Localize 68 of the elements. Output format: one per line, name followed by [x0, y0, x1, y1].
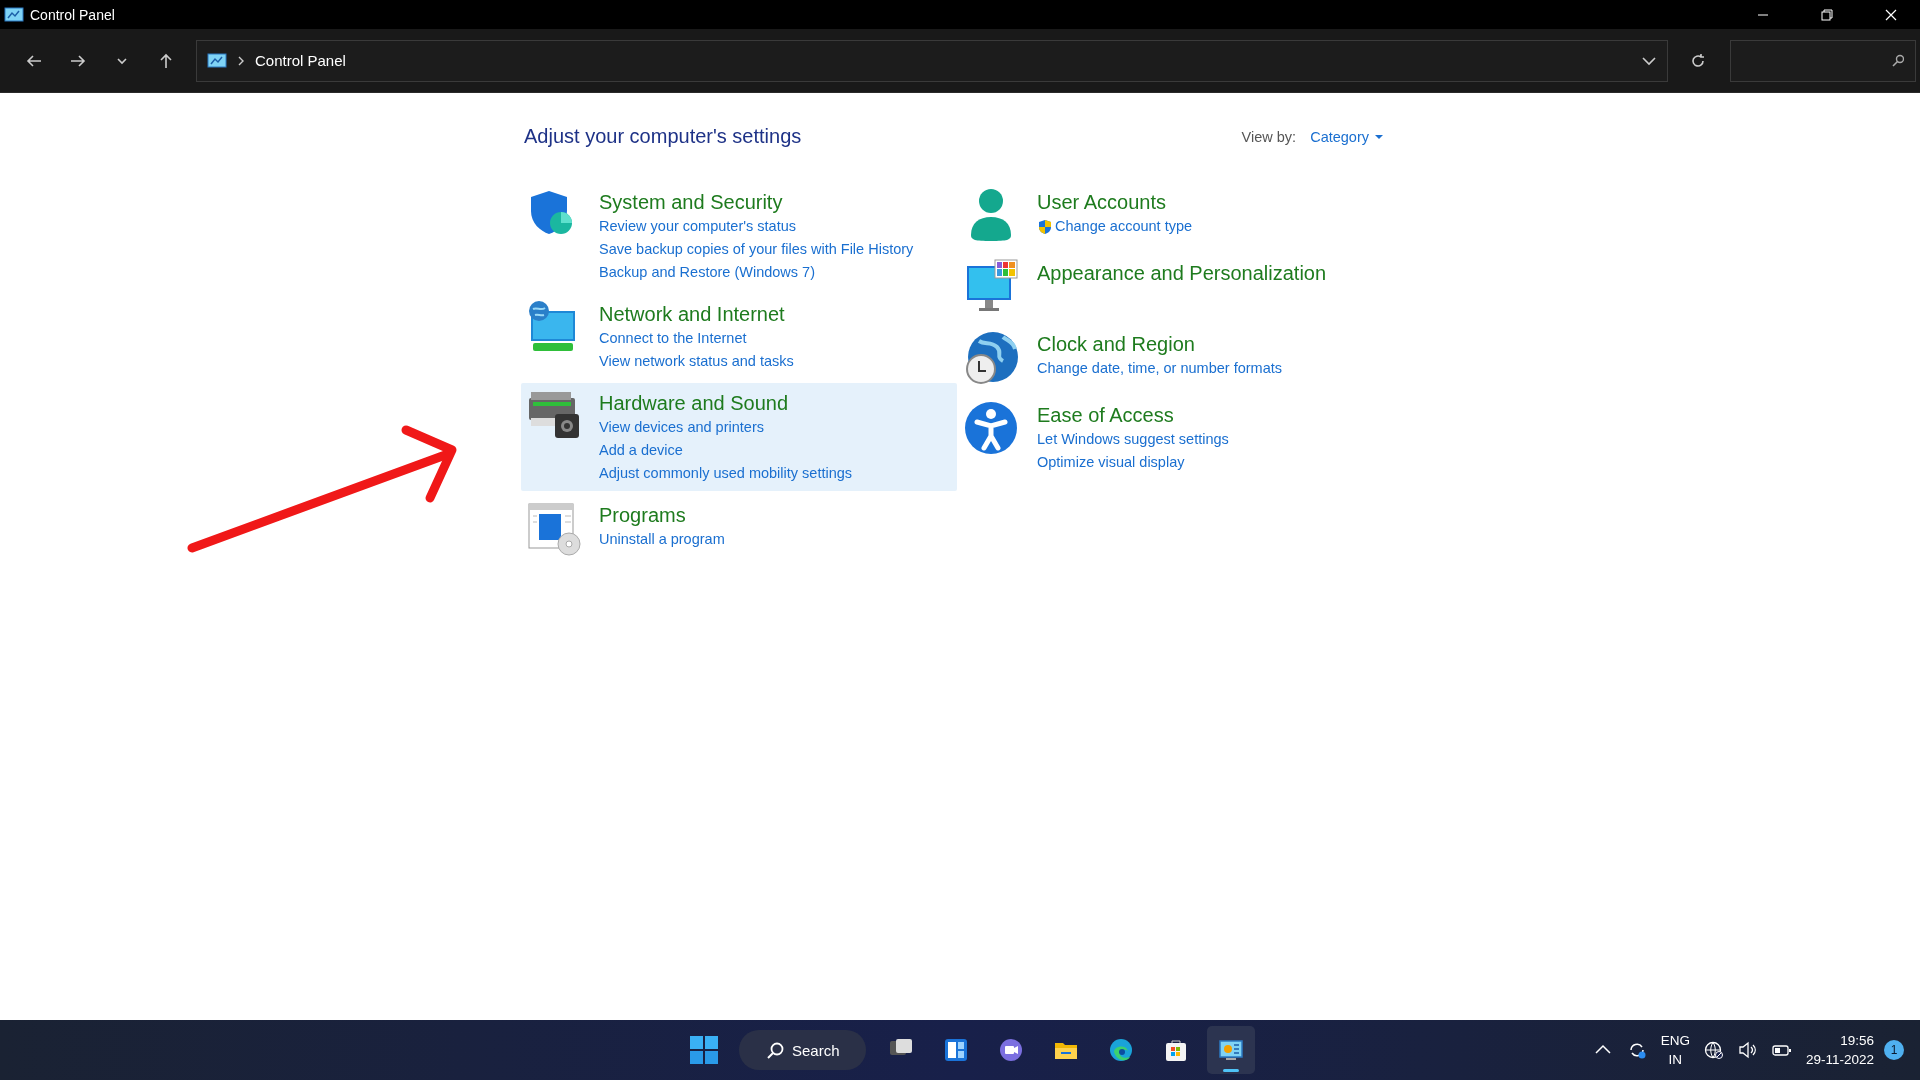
clock[interactable]: 19:56 29-11-2022 — [1805, 1031, 1874, 1069]
page-heading: Adjust your computer's settings — [524, 125, 802, 148]
category-title-link[interactable]: Ease of Access — [1037, 402, 1229, 428]
control-panel-icon — [1217, 1037, 1244, 1063]
browser-icon — [1107, 1037, 1134, 1063]
category-item[interactable]: Clock and Region Change date, time, or number formats — [959, 324, 1333, 391]
category-title-link[interactable]: Hardware and Sound — [599, 390, 853, 416]
accessibility-icon — [963, 400, 1019, 456]
up-arrow-icon[interactable] — [158, 52, 174, 69]
globe-icon[interactable] — [1703, 1041, 1724, 1059]
category-item[interactable]: Ease of Access Let Windows suggest settings Optimize visual display — [959, 395, 1333, 480]
search-icon — [1891, 53, 1904, 67]
task-link[interactable]: Change date, time, or number formats — [1037, 357, 1282, 380]
category-item-highlighted[interactable]: Hardware and Sound View devices and printers Add a device Adjust commonly used mobility settings — [521, 383, 957, 491]
search-icon — [767, 1041, 784, 1059]
category-item[interactable]: Network and Internet Connect to the Internet View network status and tasks — [521, 294, 957, 379]
view-by-label: View by: — [1241, 128, 1297, 145]
category-title-link[interactable]: System and Security — [599, 189, 914, 215]
category-title-link[interactable]: User Accounts — [1037, 189, 1193, 215]
task-link[interactable]: View devices and printers — [599, 416, 764, 439]
task-link[interactable]: Optimize visual display — [1037, 451, 1185, 474]
category-title-link[interactable]: Appearance and Personalization — [1037, 260, 1327, 286]
task-link[interactable]: Backup and Restore (Windows 7) — [599, 261, 815, 284]
task-link[interactable]: View network status and tasks — [599, 350, 794, 373]
window-title: Control Panel — [30, 6, 115, 23]
task-link[interactable]: Uninstall a program — [599, 528, 725, 551]
view-by-dropdown[interactable]: Category — [1310, 128, 1383, 145]
category-item[interactable]: Programs Uninstall a program — [521, 495, 957, 562]
language-text: ENG — [1660, 1032, 1690, 1050]
breadcrumb-item[interactable]: Control Panel — [255, 52, 346, 69]
chat-icon — [997, 1037, 1024, 1063]
category-title-link[interactable]: Clock and Region — [1037, 331, 1282, 357]
back-arrow-icon[interactable] — [26, 52, 42, 69]
task-link[interactable]: Connect to the Internet — [599, 327, 747, 350]
category-title-link[interactable]: Programs — [599, 502, 725, 528]
globe-clock-icon — [963, 329, 1019, 385]
notification-badge[interactable]: 1 — [1884, 1040, 1904, 1060]
restore-icon[interactable] — [1821, 8, 1833, 21]
task-link[interactable]: Add a device — [599, 439, 683, 462]
date-text: 29-11-2022 — [1805, 1051, 1874, 1069]
chevron-right-icon — [237, 54, 245, 67]
task-link[interactable]: Change account type — [1055, 215, 1193, 238]
region-text: IN — [1668, 1051, 1683, 1069]
forward-arrow-icon[interactable] — [70, 52, 86, 69]
task-link[interactable]: Adjust commonly used mobility settings — [599, 462, 853, 485]
taskbar-app-button-active[interactable] — [1206, 1026, 1255, 1074]
category-item[interactable]: Appearance and Personalization — [959, 253, 1333, 320]
search-field[interactable] — [1730, 39, 1916, 82]
speaker-icon[interactable] — [1737, 1041, 1758, 1059]
task-link[interactable]: Save backup copies of your files with File History — [599, 238, 914, 261]
uac-shield-icon — [1037, 218, 1053, 235]
windows-logo-icon — [690, 1036, 718, 1064]
language-indicator[interactable]: ENG IN — [1660, 1031, 1690, 1069]
category-item[interactable]: System and Security Review your computer's status Save backup copies of your files with File History Backup and Restore (Windows 7) — [521, 182, 957, 290]
refresh-icon[interactable] — [1690, 52, 1706, 69]
close-icon[interactable] — [1885, 8, 1897, 21]
widgets-icon — [942, 1037, 969, 1063]
program-disc-icon — [525, 500, 581, 556]
caret-icon — [1375, 134, 1383, 139]
category-title-link[interactable]: Network and Internet — [599, 301, 794, 327]
taskbar-search-button[interactable]: Search — [739, 1030, 866, 1070]
task-link[interactable]: Review your computer's status — [599, 215, 796, 238]
time-text: 19:56 — [1840, 1032, 1874, 1050]
control-panel-icon — [4, 6, 24, 23]
category-item[interactable]: User Accounts Change account type — [959, 182, 1333, 249]
task-link[interactable]: Let Windows suggest settings — [1037, 428, 1229, 451]
control-panel-icon — [207, 52, 227, 69]
address-bar[interactable]: Control Panel — [196, 39, 1668, 82]
